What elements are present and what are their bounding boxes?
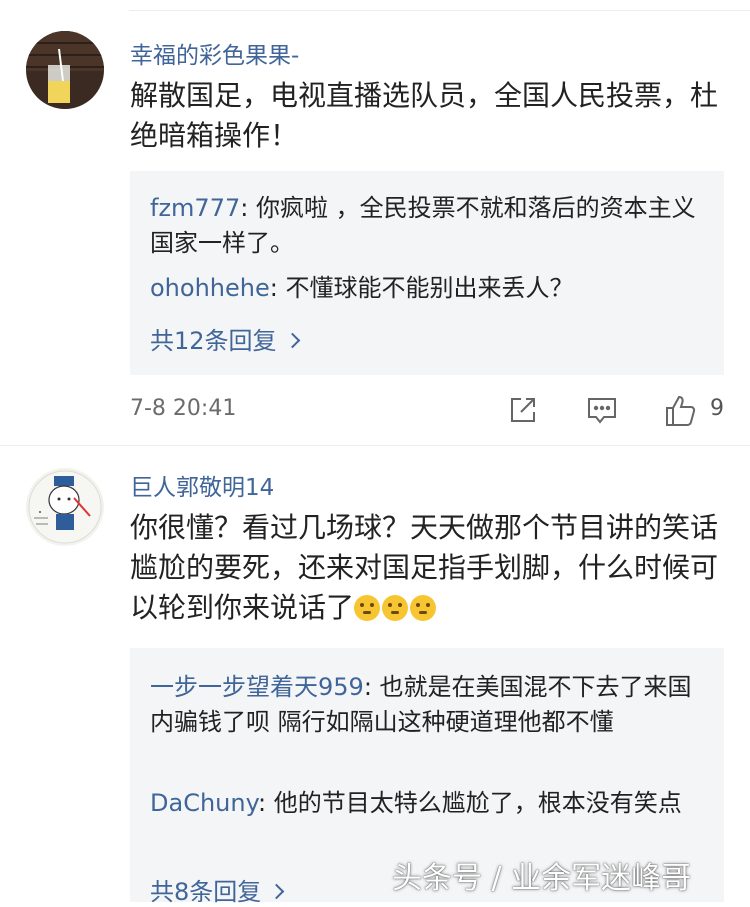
reply-text: 不懂球能不能别出来丢人？: [285, 274, 574, 302]
thumbs-up-icon[interactable]: [664, 394, 696, 426]
top-divider: [129, 10, 750, 11]
thinking-face-emoji: [354, 595, 381, 621]
timestamp: 7-8 20:41: [130, 396, 237, 421]
comment-divider: [0, 445, 750, 446]
comment-text: 解散国足，电视直播选队员，全国人民投票，杜绝暗箱操作！: [130, 79, 719, 152]
reply-item: DaChuny: 他的节目太特么尴尬了，根本没有笑点: [150, 789, 682, 817]
comment-meta: 7-8 20:41 9: [0, 388, 750, 432]
more-replies-link[interactable]: 共12条回复: [150, 321, 300, 356]
reply-username[interactable]: fzm777: [150, 194, 240, 222]
share-icon[interactable]: [507, 394, 539, 426]
reply-box[interactable]: fzm777: 你疯啦 ，全民投票不就和落后的资本主义国家一样了。 ohohhe…: [130, 171, 724, 375]
like-count: 9: [710, 396, 724, 421]
thinking-face-emoji: [410, 595, 437, 621]
comment-text: 你很懂？看过几场球？天天做那个节目讲的笑话尴尬的要死，还来对国足指手划脚，什么时…: [130, 511, 719, 624]
reply-username[interactable]: ohohhehe: [150, 274, 270, 302]
username[interactable]: 巨人郭敬明14: [130, 468, 274, 502]
comment-icon[interactable]: [586, 394, 618, 426]
avatar[interactable]: [26, 468, 104, 546]
chevron-right-icon: [284, 332, 300, 349]
reply-item: 一步一步望着天959: 也就是在美国混不下去了来国内骗钱了呗 隔行如隔山这种硬道…: [150, 673, 692, 736]
reply-text: 他的节目太特么尴尬了，根本没有笑点: [273, 789, 682, 817]
avatar[interactable]: [26, 31, 104, 109]
reply-username[interactable]: 一步一步望着天959: [150, 673, 364, 701]
username[interactable]: 幸福的彩色果果-: [130, 36, 299, 70]
reply-item: ohohhehe: 不懂球能不能别出来丢人？: [150, 274, 574, 302]
reply-item: fzm777: 你疯啦 ，全民投票不就和落后的资本主义国家一样了。: [150, 194, 696, 257]
reply-username[interactable]: DaChuny: [150, 789, 258, 817]
chevron-right-icon: [269, 883, 285, 900]
thinking-face-emoji: [382, 595, 409, 621]
watermark: 头条号 / 业余军迷峰哥: [392, 861, 692, 896]
